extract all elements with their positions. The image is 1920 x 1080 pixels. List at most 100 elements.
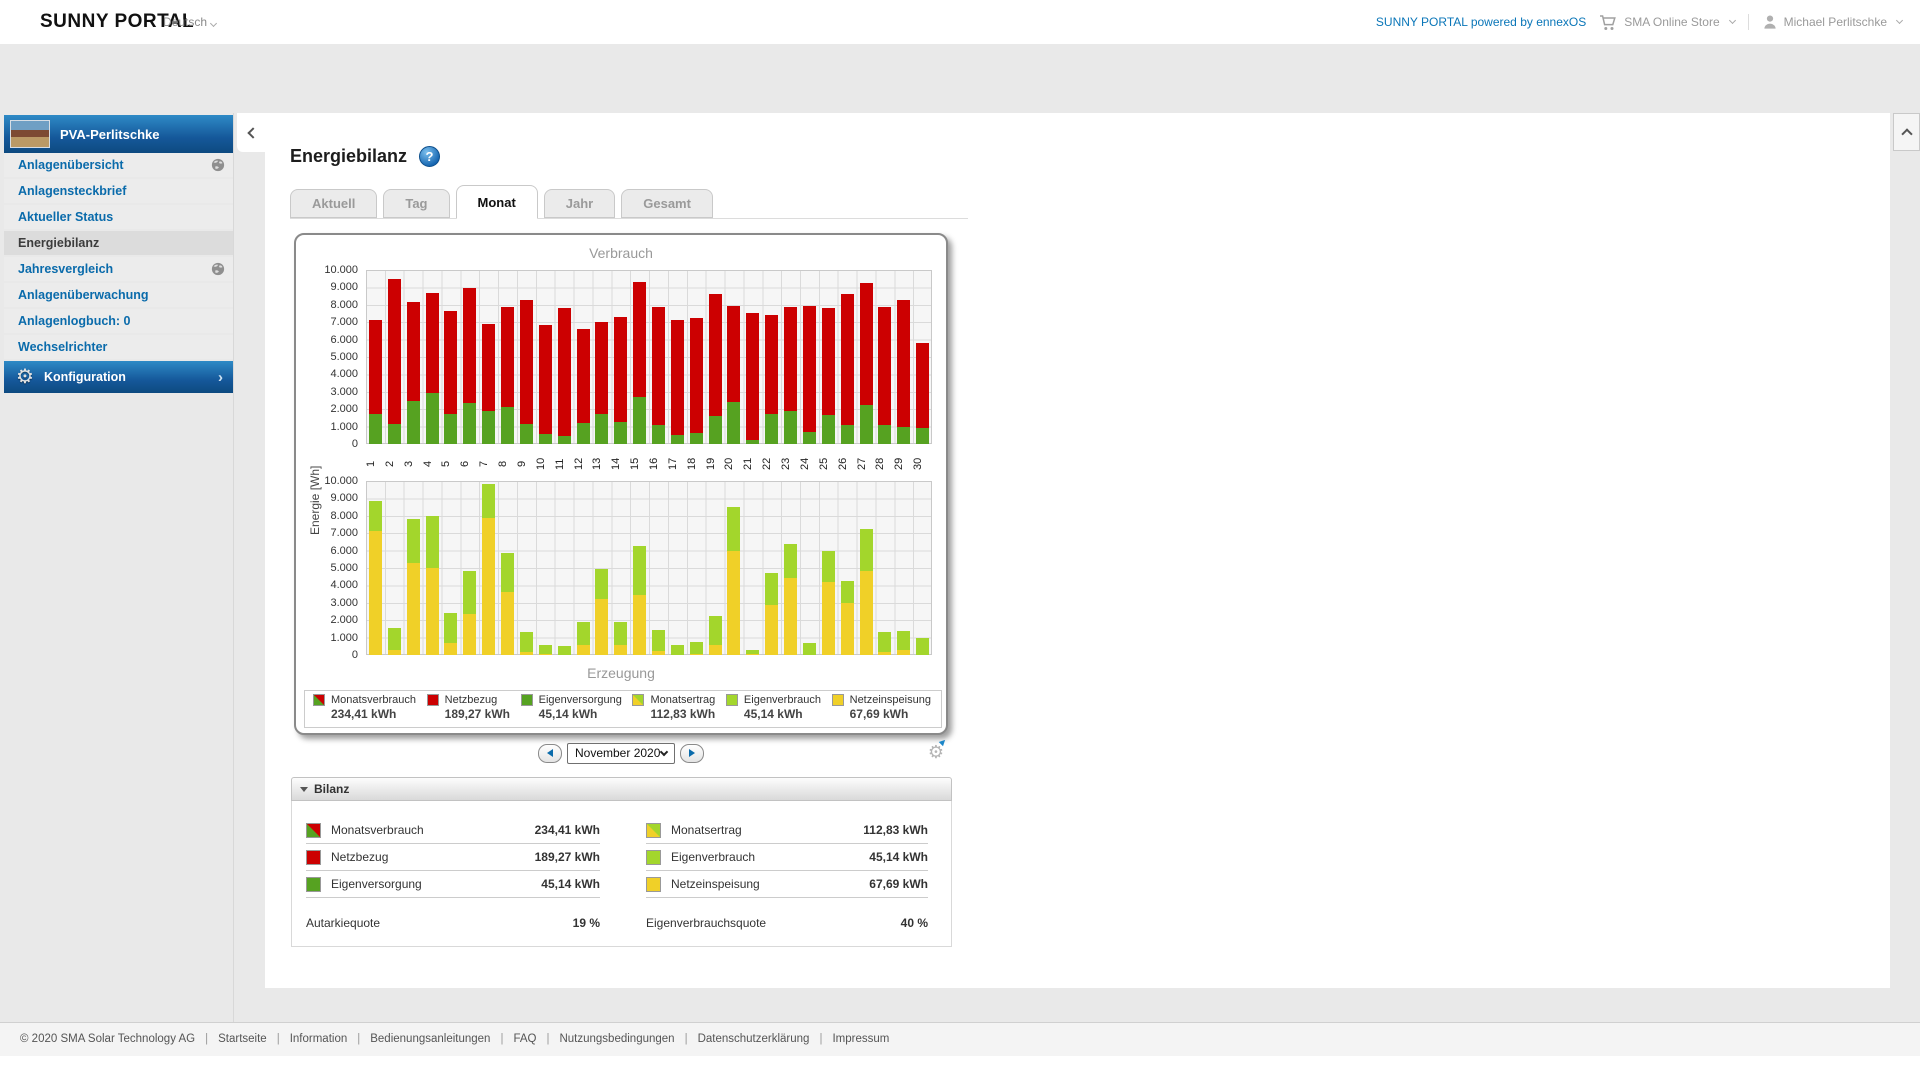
footer-separator: | bbox=[205, 1033, 208, 1045]
bar-segment-eigenversorgung bbox=[690, 433, 703, 444]
content-panel: Energiebilanz ? AktuellTagMonatJahrGesam… bbox=[265, 113, 1890, 988]
bar-segment-netzbezug bbox=[388, 279, 401, 424]
powered-by-link[interactable]: SUNNY PORTAL powered by ennexOS bbox=[1376, 15, 1586, 29]
bar-segment-netzbezug bbox=[709, 294, 722, 416]
chevron-down-icon bbox=[660, 747, 668, 755]
legend-swatch bbox=[632, 694, 644, 706]
x-tick-label: 26 bbox=[838, 449, 857, 479]
bar-segment-eigenversorgung bbox=[595, 414, 608, 444]
sidebar-item-label: Jahresvergleich bbox=[18, 262, 113, 276]
bar-segment-eigenversorgung bbox=[727, 402, 740, 444]
footer-link-startseite[interactable]: Startseite bbox=[218, 1033, 267, 1045]
help-icon[interactable]: ? bbox=[419, 146, 440, 167]
tab-monat[interactable]: Monat bbox=[456, 185, 538, 219]
legend-value: 189,27 kWh bbox=[445, 707, 510, 721]
store-link[interactable]: SMA Online Store bbox=[1599, 14, 1734, 31]
tab-gesamt[interactable]: Gesamt bbox=[621, 189, 713, 218]
sidebar-item-anlagenuebersicht[interactable]: Anlagenübersicht bbox=[4, 153, 233, 177]
bar-segment-netzeinspeisung bbox=[746, 654, 759, 655]
bar-segment-eigenversorgung bbox=[558, 436, 571, 444]
panel-collapse-button[interactable] bbox=[1893, 113, 1920, 151]
bar-segment-netzeinspeisung bbox=[878, 652, 891, 655]
user-menu[interactable]: Michael Perlitschke bbox=[1762, 14, 1902, 30]
footer-link-impressum[interactable]: Impressum bbox=[832, 1033, 889, 1045]
bar-segment-eigenverbrauch bbox=[595, 569, 608, 599]
bilanz-value: 45,14 kWh bbox=[541, 877, 600, 891]
bar-segment-eigenversorgung bbox=[860, 405, 873, 444]
tab-tag[interactable]: Tag bbox=[383, 189, 449, 218]
sidebar-item-konfiguration[interactable]: ⚙ Konfiguration › bbox=[4, 361, 233, 393]
sidebar-item-jahresvergleich[interactable]: Jahresvergleich bbox=[4, 257, 233, 281]
bar-segment-netzbezug bbox=[407, 302, 420, 401]
bar-segment-eigenversorgung bbox=[746, 440, 759, 444]
bar-segment-eigenversorgung bbox=[878, 425, 891, 444]
bar-segment-eigenversorgung bbox=[426, 393, 439, 444]
globe-icon bbox=[211, 158, 225, 172]
y-tick-label: 8.000 bbox=[296, 299, 358, 311]
sidebar-separator bbox=[233, 113, 234, 1022]
bilanz-value: 67,69 kWh bbox=[869, 877, 928, 891]
bar-segment-netzeinspeisung bbox=[577, 645, 590, 655]
language-selector[interactable]: Deutsch bbox=[163, 15, 216, 29]
bar-segment-netzbezug bbox=[897, 300, 910, 427]
footer-link-nutzungsbedingungen[interactable]: Nutzungsbedingungen bbox=[559, 1033, 674, 1045]
chart-settings-icon[interactable]: ⚙ bbox=[928, 741, 944, 763]
bilanz-row-eigenverbrauchsquote: Eigenverbrauchsquote40 % bbox=[646, 911, 928, 935]
bilanz-row-netzbezug: Netzbezug189,27 kWh bbox=[306, 844, 600, 871]
sidebar-item-label: Konfiguration bbox=[44, 370, 126, 384]
bar-segment-netzeinspeisung bbox=[690, 654, 703, 655]
next-month-button[interactable] bbox=[680, 744, 704, 763]
sidebar-item-anlagensteckbrief[interactable]: Anlagensteckbrief bbox=[4, 179, 233, 203]
bilanz-value: 40 % bbox=[901, 916, 928, 930]
footer-link-datenschutzerklaerung[interactable]: Datenschutzerklärung bbox=[698, 1033, 810, 1045]
bar-segment-eigenversorgung bbox=[671, 435, 684, 444]
bar-segment-netzbezug bbox=[558, 308, 571, 436]
bilanz-header[interactable]: Bilanz bbox=[291, 777, 952, 801]
bar-segment-eigenverbrauch bbox=[407, 519, 420, 563]
tab-aktuell[interactable]: Aktuell bbox=[290, 189, 377, 218]
bar-segment-netzbezug bbox=[841, 294, 854, 425]
chevron-left-icon bbox=[247, 127, 258, 138]
x-tick-label: 14 bbox=[611, 449, 630, 479]
bar-segment-eigenversorgung bbox=[482, 411, 495, 444]
footer-link-faq[interactable]: FAQ bbox=[513, 1033, 536, 1045]
bar-segment-netzeinspeisung bbox=[822, 582, 835, 655]
bar-segment-eigenversorgung bbox=[444, 414, 457, 444]
bar-segment-netzeinspeisung bbox=[633, 595, 646, 655]
sidebar-item-wechselrichter[interactable]: Wechselrichter bbox=[4, 335, 233, 359]
language-label: Deutsch bbox=[163, 15, 207, 29]
x-tick-label: 8 bbox=[498, 449, 517, 479]
x-tick-label: 18 bbox=[687, 449, 706, 479]
y-tick-label: 7.000 bbox=[296, 316, 358, 328]
footer-separator: | bbox=[685, 1033, 688, 1045]
bar-segment-eigenversorgung bbox=[709, 416, 722, 444]
footer-link-information[interactable]: Information bbox=[290, 1033, 348, 1045]
sidebar-item-energiebilanz[interactable]: Energiebilanz bbox=[4, 231, 233, 255]
footer-link-bedienungsanleitungen[interactable]: Bedienungsanleitungen bbox=[370, 1033, 490, 1045]
bar-segment-eigenverbrauch bbox=[897, 631, 910, 650]
y-tick-label: 9.000 bbox=[296, 281, 358, 293]
bar-segment-netzbezug bbox=[482, 324, 495, 411]
plant-header[interactable]: PVA-Perlitschke bbox=[4, 115, 233, 153]
bilanz-label: Monatsverbrauch bbox=[331, 823, 535, 837]
chart-panel: Verbrauch Erzeugung Energie [Wh] Monatsv… bbox=[294, 233, 948, 735]
bar-segment-eigenverbrauch bbox=[388, 628, 401, 650]
bar-segment-eigenverbrauch bbox=[822, 551, 835, 581]
x-tick-label: 12 bbox=[574, 449, 593, 479]
bilanz-row-eigenversorgung: Eigenversorgung45,14 kWh bbox=[306, 871, 600, 898]
bar-segment-eigenverbrauch bbox=[463, 571, 476, 614]
sidebar-item-anlagenueberwachung[interactable]: Anlagenüberwachung bbox=[4, 283, 233, 307]
bilanz-label: Monatsertrag bbox=[671, 823, 863, 837]
sidebar-item-anlagenlogbuch-0[interactable]: Anlagenlogbuch: 0 bbox=[4, 309, 233, 333]
sidebar-item-aktueller-status[interactable]: Aktueller Status bbox=[4, 205, 233, 229]
tab-jahr[interactable]: Jahr bbox=[544, 189, 615, 218]
bilanz-row-eigenverbrauch: Eigenverbrauch45,14 kWh bbox=[646, 844, 928, 871]
month-select[interactable]: November 2020 bbox=[567, 743, 675, 764]
chart-title-erzeugung: Erzeugung bbox=[296, 665, 946, 681]
sidebar-collapse-button[interactable] bbox=[237, 113, 265, 152]
sidebar: PVA-Perlitschke AnlagenübersichtAnlagens… bbox=[4, 115, 233, 393]
prev-month-button[interactable] bbox=[538, 744, 562, 763]
legend-value: 45,14 kWh bbox=[539, 707, 622, 721]
bar-segment-eigenverbrauch bbox=[614, 622, 627, 645]
bar-segment-netzbezug bbox=[369, 320, 382, 414]
